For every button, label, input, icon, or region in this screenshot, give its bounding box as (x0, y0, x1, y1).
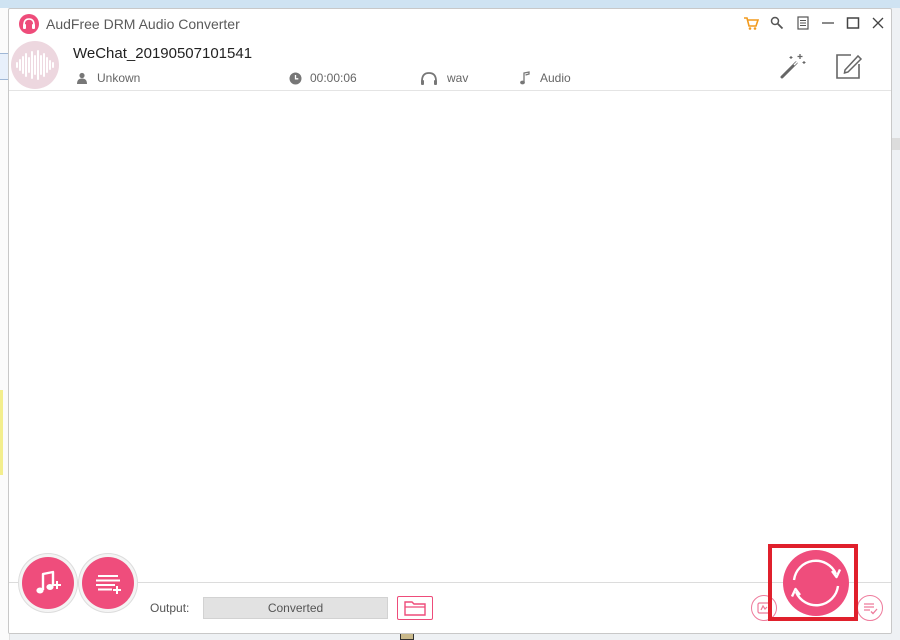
duration-meta: 00:00:06 (288, 71, 357, 85)
waveform-icon (16, 50, 54, 80)
type-meta: Audio (518, 71, 571, 85)
conversion-list (9, 91, 891, 583)
add-music-icon (36, 570, 61, 594)
edit-icon (836, 54, 863, 79)
convert-button[interactable] (783, 550, 849, 616)
music-note-icon (518, 71, 532, 85)
cart-icon[interactable] (741, 13, 761, 33)
convert-icon (790, 559, 842, 607)
app-window: AudFree DRM Audio Converter WeChat_20190… (8, 8, 892, 634)
magic-wand-icon (780, 54, 806, 79)
maximize-icon[interactable] (843, 13, 863, 33)
artist-value: Unkown (97, 71, 141, 85)
history-list-icon (864, 603, 878, 615)
output-path-field[interactable]: Converted (203, 597, 388, 619)
title-bar: AudFree DRM Audio Converter (9, 9, 891, 39)
background-window-edge (0, 0, 900, 8)
format-meta: wav (419, 71, 468, 85)
album-cover (11, 41, 59, 89)
edit-effects-button[interactable] (778, 51, 808, 81)
menu-icon[interactable] (793, 13, 813, 33)
output-label: Output: (150, 601, 190, 615)
artist-meta: Unkown (75, 71, 140, 85)
format-value: wav (447, 71, 469, 85)
close-icon[interactable] (868, 13, 888, 33)
open-folder-button[interactable] (397, 596, 433, 620)
user-icon (75, 71, 89, 85)
clock-icon (288, 71, 302, 85)
background-scroll-edge (891, 138, 900, 150)
app-title: AudFree DRM Audio Converter (46, 16, 240, 32)
minimize-icon[interactable] (818, 13, 838, 33)
folder-icon (404, 601, 426, 616)
app-logo-icon (19, 14, 39, 34)
add-playlist-button[interactable] (82, 557, 134, 609)
converted-history-button[interactable] (857, 595, 883, 621)
type-value: Audio (540, 71, 571, 85)
headphones-icon (419, 71, 439, 85)
add-playlist-icon (96, 575, 121, 594)
track-title: WeChat_20190507101541 (73, 45, 253, 62)
add-music-button[interactable] (22, 557, 74, 609)
background-highlight (0, 390, 3, 475)
duration-value: 00:00:06 (310, 71, 357, 85)
track-row[interactable]: WeChat_20190507101541 Unkown 00:00:06 wa… (9, 39, 891, 91)
register-key-icon[interactable] (767, 13, 787, 33)
edit-tags-button[interactable] (833, 51, 863, 81)
